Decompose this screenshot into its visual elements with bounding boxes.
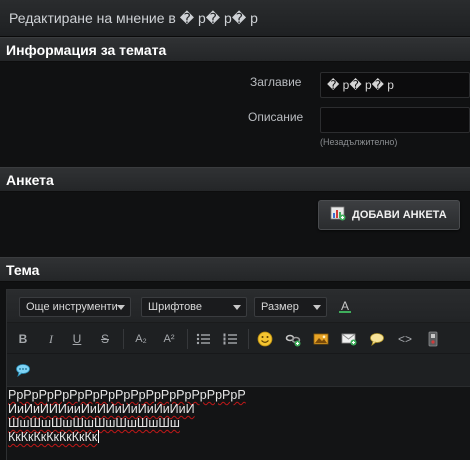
numbered-list-icon — [223, 333, 237, 345]
body-line: ШшШшШшШшШшШшШшШш — [8, 416, 180, 430]
post-editor: Още инструменти Шрифтове Размер A B I U … — [6, 289, 470, 460]
bullet-list-icon — [196, 333, 210, 345]
image-icon — [313, 333, 329, 345]
italic-icon: I — [49, 331, 53, 346]
add-poll-label: ДОБАВИ АНКЕТА — [352, 209, 447, 221]
other-tools-dropdown[interactable]: Още инструменти — [19, 297, 131, 317]
bullet-list-button[interactable] — [193, 329, 213, 349]
font-color-swatch — [339, 311, 351, 313]
other-tools-label: Още инструменти — [26, 301, 118, 313]
body-line: РрРрРрРрРрРрРрРрРрРрРрРрРрРрРрР — [8, 388, 246, 402]
optional-hint: (Незадължително) — [320, 137, 398, 147]
bold-icon: B — [18, 332, 28, 346]
strikethrough-icon: S — [100, 332, 109, 346]
superscript-button[interactable]: A² — [159, 329, 179, 349]
body-line: КкКкКкКкКкКкКк — [8, 430, 470, 444]
fonts-dropdown[interactable]: Шрифтове — [141, 297, 247, 317]
code-button[interactable]: <> — [395, 329, 415, 349]
body-line: ИиИиИИИииИиИИиИиИиИиИиИ — [8, 402, 195, 416]
window-title: Редактиране на мнение в � р� р� р — [9, 10, 258, 26]
poll-chart-icon — [330, 205, 346, 226]
size-dropdown[interactable]: Размер — [254, 297, 327, 317]
topic-info-heading: Информация за темата — [6, 42, 167, 58]
insert-link-button[interactable] — [283, 329, 303, 349]
insert-image-button[interactable] — [311, 329, 331, 349]
body-line-text: КкКкКкКкКкКкКк — [8, 430, 98, 444]
subscript-icon: A₂ — [135, 333, 147, 345]
editor-toolbar-row-2: B I U S A₂ A² <> — [7, 323, 470, 354]
fonts-label: Шрифтове — [148, 301, 203, 313]
toolbar-divider — [248, 329, 249, 349]
emoticons-button[interactable] — [255, 329, 275, 349]
smiley-icon — [257, 331, 273, 347]
toolbar-divider — [123, 329, 124, 349]
spoiler-button[interactable] — [13, 360, 33, 380]
underline-icon: U — [72, 332, 82, 346]
speech-bubble-icon — [16, 364, 30, 377]
italic-button[interactable]: I — [41, 329, 61, 349]
chevron-down-icon — [313, 305, 321, 310]
text-caret — [98, 430, 100, 443]
numbered-list-button[interactable] — [220, 329, 240, 349]
strikethrough-button[interactable]: S — [95, 329, 115, 349]
size-label: Размер — [261, 301, 299, 313]
topic-header: Тема — [0, 257, 470, 282]
editor-toolbar-row-1: Още инструменти Шрифтове Размер A — [7, 290, 470, 323]
underline-button[interactable]: U — [67, 329, 87, 349]
topic-info-header: Информация за темата — [0, 37, 470, 62]
media-icon — [428, 331, 438, 347]
quote-button[interactable] — [367, 329, 387, 349]
subscript-button[interactable]: A₂ — [131, 329, 151, 349]
chevron-down-icon — [117, 305, 125, 310]
poll-header: Анкета — [0, 167, 470, 192]
topic-heading: Тема — [6, 262, 40, 278]
toolbar-divider — [187, 329, 188, 349]
code-icon: <> — [397, 332, 412, 346]
add-poll-button[interactable]: ДОБАВИ АНКЕТА — [318, 200, 460, 230]
font-color-button[interactable]: A — [335, 296, 355, 316]
insert-email-button[interactable] — [339, 329, 359, 349]
media-button[interactable] — [423, 329, 443, 349]
title-label: Заглавие — [250, 75, 302, 89]
quote-bubble-icon — [370, 333, 384, 346]
chevron-down-icon — [233, 305, 241, 310]
window-header: Редактиране на мнение в � р� р� р — [0, 0, 470, 37]
poll-heading: Анкета — [6, 172, 54, 188]
editor-text-area[interactable]: РрРрРрРрРрРрРрРрРрРрРрРрРрРрРрР ИиИиИИИи… — [7, 387, 470, 444]
description-label: Описание — [248, 110, 304, 124]
bold-button[interactable]: B — [13, 329, 33, 349]
title-input[interactable] — [320, 72, 470, 98]
description-input[interactable] — [320, 107, 470, 133]
editor-toolbar-row-3 — [7, 354, 470, 387]
superscript-icon: A² — [163, 333, 175, 345]
link-icon — [285, 334, 301, 347]
email-icon — [341, 333, 357, 346]
